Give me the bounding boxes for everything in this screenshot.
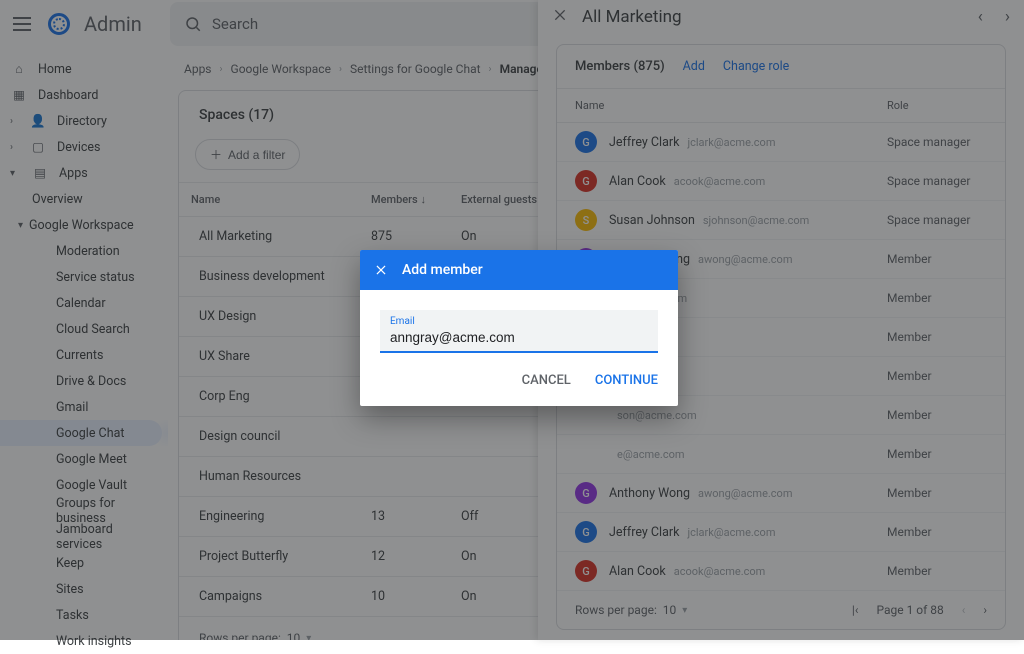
close-icon[interactable] xyxy=(374,263,388,277)
email-field-wrapper[interactable]: Email xyxy=(380,310,658,353)
email-label: Email xyxy=(390,316,648,327)
dialog-body: Email xyxy=(360,290,678,359)
cancel-button[interactable]: CANCEL xyxy=(522,373,571,388)
continue-button[interactable]: CONTINUE xyxy=(595,373,658,388)
dialog-title: Add member xyxy=(402,262,483,278)
add-member-dialog: Add member Email CANCEL CONTINUE xyxy=(360,250,678,406)
email-field[interactable] xyxy=(390,328,648,347)
dialog-footer: CANCEL CONTINUE xyxy=(360,359,678,406)
dialog-header: Add member xyxy=(360,250,678,290)
